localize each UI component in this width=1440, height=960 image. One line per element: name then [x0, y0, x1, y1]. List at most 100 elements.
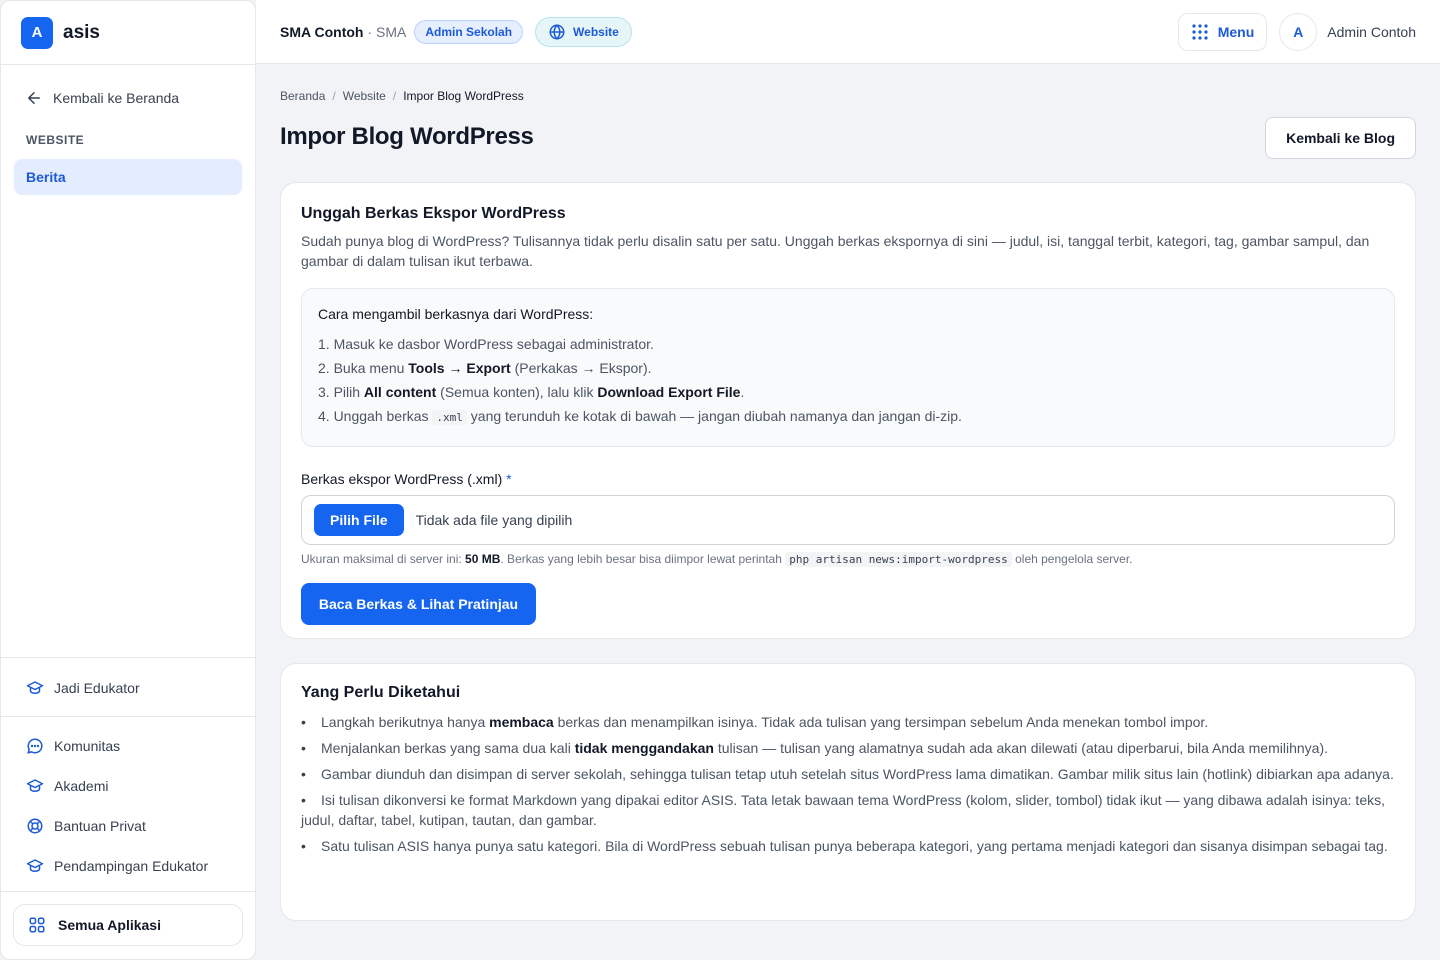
sidebar-item-bantuan-privat[interactable]: Bantuan Privat: [1, 806, 255, 846]
step-text: 3. Pilih: [318, 384, 364, 400]
file-input[interactable]: Pilih File Tidak ada file yang dipilih: [301, 495, 1395, 545]
graduation-icon: [26, 681, 44, 694]
dots-grid-icon: [1192, 23, 1208, 40]
step-text: 2. Buka menu: [318, 360, 409, 376]
choose-file-button[interactable]: Pilih File: [314, 504, 404, 536]
sidebar-item-komunitas[interactable]: Komunitas: [1, 726, 255, 766]
notes-list: Langkah berikutnya hanya membaca berkas …: [301, 712, 1395, 856]
step-emphasis: All content: [363, 384, 437, 400]
sidebar-item-label: Jadi Edukator: [54, 680, 140, 696]
sidebar-links-group: Komunitas Akademi Bantuan Privat Pendamp…: [1, 716, 255, 891]
note-text: Gambar diunduh dan disimpan di server se…: [321, 766, 1394, 782]
breadcrumb-home[interactable]: Beranda: [280, 89, 325, 103]
howto-box: Cara mengambil berkasnya dari WordPress:…: [301, 288, 1395, 447]
howto-step: 3. Pilih All content (Semua konten), lal…: [318, 380, 1378, 404]
step-emphasis: Download Export File: [597, 384, 741, 400]
sidebar-item-label: Komunitas: [54, 738, 121, 754]
website-pill[interactable]: Website: [535, 16, 632, 47]
grid-icon: [29, 917, 45, 933]
note-item: Langkah berikutnya hanya membaca berkas …: [301, 712, 1395, 732]
back-to-home-link[interactable]: Kembali ke Beranda: [25, 89, 255, 107]
all-apps-button[interactable]: Semua Aplikasi: [13, 904, 243, 946]
website-pill-label: Website: [573, 24, 619, 39]
chat-icon: [27, 738, 43, 754]
howto-title: Cara mengambil berkasnya dari WordPress:: [318, 306, 594, 322]
breadcrumb-separator: /: [392, 89, 397, 103]
sidebar-item-berita[interactable]: Berita: [14, 159, 242, 195]
step-text: .: [740, 384, 745, 400]
hint-command: php artisan news:import-wordpress: [785, 552, 1012, 567]
note-text: tulisan — tulisan yang alamatnya sudah a…: [713, 740, 1328, 756]
file-status: Tidak ada file yang dipilih: [415, 512, 573, 528]
hint-text: Ukuran maksimal di server ini:: [301, 552, 466, 566]
brand-logo[interactable]: A: [21, 16, 53, 49]
howto-step: 1. Masuk ke dasbor WordPress sebagai adm…: [318, 332, 1378, 356]
sidebar-item-jadi-edukator[interactable]: Jadi Edukator: [1, 668, 255, 708]
back-to-home-label: Kembali ke Beranda: [53, 90, 180, 106]
notes-card: Yang Perlu Diketahui Langkah berikutnya …: [280, 663, 1416, 921]
sidebar: A asis Kembali ke Beranda WEBSITE Berita…: [0, 0, 256, 960]
note-text: Isi tulisan dikonversi ke format Markdow…: [301, 792, 1385, 828]
step-emphasis: Tools → Export: [408, 360, 511, 376]
page-title: Impor Blog WordPress: [280, 123, 534, 150]
step-text: 1. Masuk ke dasbor WordPress sebagai adm…: [318, 336, 654, 352]
avatar[interactable]: A: [1279, 12, 1318, 51]
graduation-icon: [26, 779, 44, 792]
brand-name[interactable]: asis: [63, 22, 100, 44]
read-and-preview-button[interactable]: Baca Berkas & Lihat Pratinjau: [301, 583, 536, 625]
globe-icon: [549, 23, 565, 40]
howto-step: 4. Unggah berkas .xml yang terunduh ke k…: [318, 404, 1378, 430]
breadcrumb-current: Impor Blog WordPress: [403, 89, 524, 103]
file-size-hint: Ukuran maksimal di server ini: 50 MB. Be…: [301, 552, 1395, 567]
note-text: Menjalankan berkas yang sama dua kali: [321, 740, 575, 756]
arrow-left-icon: [28, 92, 40, 104]
title-row: Impor Blog WordPress Kembali ke Blog: [280, 115, 1416, 159]
step-text: yang terunduh ke kotak di bawah — jangan…: [466, 408, 962, 424]
upload-card-description: Sudah punya blog di WordPress? Tulisanny…: [301, 233, 1370, 269]
role-badge: Admin Sekolah: [414, 19, 524, 44]
menu-button[interactable]: Menu: [1177, 12, 1268, 51]
step-text: (Perkakas → Ekspor).: [510, 360, 652, 376]
note-item: Isi tulisan dikonversi ke format Markdow…: [301, 790, 1395, 830]
main-content: Beranda / Website / Impor Blog WordPress…: [280, 64, 1416, 921]
sidebar-item-label: Bantuan Privat: [54, 818, 146, 834]
step-text: (Semua konten), lalu klik: [436, 384, 598, 400]
user-name[interactable]: Admin Contoh: [1327, 24, 1416, 40]
upload-card-title: Unggah Berkas Ekspor WordPress: [301, 205, 566, 222]
upload-card: Unggah Berkas Ekspor WordPress Sudah pun…: [280, 182, 1416, 639]
sidebar-item-akademi[interactable]: Akademi: [1, 766, 255, 806]
menu-label: Menu: [1217, 23, 1255, 40]
note-text: Satu tulisan ASIS hanya punya satu kateg…: [321, 838, 1388, 854]
step-code: .xml: [432, 410, 467, 425]
notes-card-title: Yang Perlu Diketahui: [301, 684, 461, 701]
sidebar-item-pendampingan-edukator[interactable]: Pendampingan Edukator: [1, 846, 255, 886]
howto-steps: 1. Masuk ke dasbor WordPress sebagai adm…: [318, 332, 1378, 430]
note-text: Langkah berikutnya hanya: [321, 714, 490, 730]
breadcrumb: Beranda / Website / Impor Blog WordPress: [280, 89, 1416, 103]
sidebar-educator-group: Jadi Edukator: [1, 657, 255, 716]
note-emphasis: tidak menggandakan: [574, 740, 714, 756]
note-item: Gambar diunduh dan disimpan di server se…: [301, 764, 1395, 784]
note-text: berkas dan menampilkan isinya. Tidak ada…: [553, 714, 1209, 730]
note-item: Menjalankan berkas yang sama dua kali ti…: [301, 738, 1395, 758]
hint-size: 50 MB: [465, 552, 501, 566]
file-field-label: Berkas ekspor WordPress (.xml) *: [301, 471, 1395, 487]
step-text: 4. Unggah berkas: [318, 408, 433, 424]
howto-step: 2. Buka menu Tools → Export (Perkakas → …: [318, 356, 1378, 380]
breadcrumb-separator: /: [332, 89, 336, 103]
breadcrumb-website[interactable]: Website: [343, 89, 386, 103]
graduation-icon: [26, 859, 44, 872]
sidebar-item-label: Pendampingan Edukator: [54, 858, 209, 874]
sidebar-section-label: WEBSITE: [26, 133, 85, 147]
lifebuoy-icon: [27, 818, 43, 834]
brand[interactable]: A asis: [1, 1, 255, 65]
back-to-blog-button[interactable]: Kembali ke Blog: [1265, 117, 1416, 159]
hint-text: oleh pengelola server.: [1011, 552, 1133, 566]
all-apps-wrap: Semua Aplikasi: [1, 891, 255, 959]
sidebar-item-label: Akademi: [54, 778, 109, 794]
school-name: SMA Contoh: [280, 23, 364, 40]
topbar: SMA Contoh · SMA Admin Sekolah Website M…: [256, 0, 1440, 64]
all-apps-label: Semua Aplikasi: [58, 917, 161, 933]
file-field-label-text: Berkas ekspor WordPress (.xml): [301, 471, 503, 487]
note-item: Satu tulisan ASIS hanya punya satu kateg…: [301, 836, 1395, 856]
